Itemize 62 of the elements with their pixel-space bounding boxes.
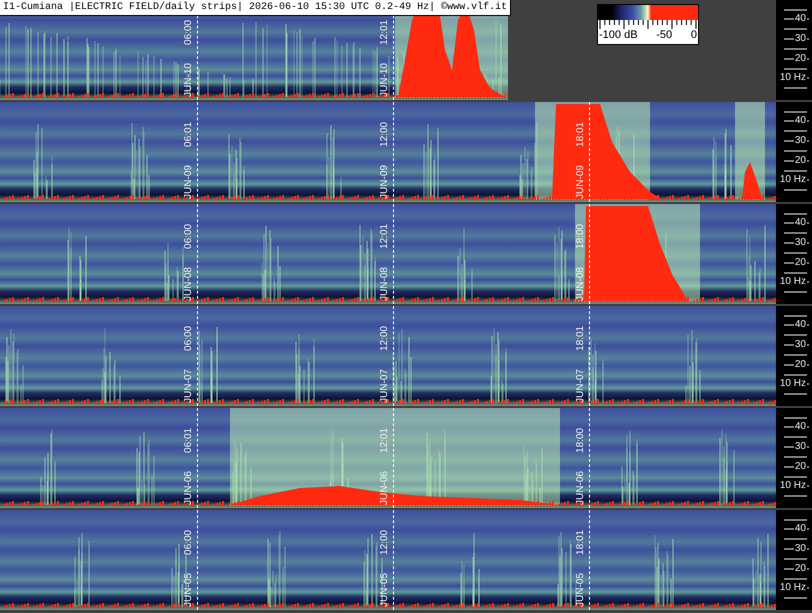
scale-label: 0 — [690, 29, 697, 42]
frequency-label: 10 Hz — [778, 378, 807, 389]
frequency-label: 40 — [794, 523, 807, 534]
frequency-label: 30 — [794, 339, 807, 350]
scale-label: -100 dB — [599, 29, 638, 42]
time-label: 18:00 — [575, 224, 587, 250]
date-label: JUN-09 — [379, 165, 391, 199]
date-label: JUN-09 — [575, 165, 587, 199]
chart-title: I1-Cumiana |ELECTRIC FIELD/daily strips| 2026-06-10 15:30 UTC 0.2-49 Hz| ©www.vlf.it — [0, 0, 512, 16]
frequency-label: 10 Hz — [778, 174, 807, 185]
frequency-label: 30 — [794, 237, 807, 248]
time-label: 18:01 — [575, 122, 587, 148]
frequency-label: 10 Hz — [778, 480, 807, 491]
date-label: JUN-06 — [575, 471, 587, 505]
frequency-label: 40 — [794, 217, 807, 228]
time-label: 12:00 — [379, 530, 391, 556]
time-label: 06:00 — [183, 20, 195, 46]
frequency-label: 20 — [794, 461, 807, 472]
date-label: JUN-08 — [183, 267, 195, 301]
time-label: 12:01 — [379, 224, 391, 250]
frequency-label: 30 — [794, 135, 807, 146]
time-label: 18:00 — [575, 428, 587, 454]
frequency-label: 40 — [794, 13, 807, 24]
date-label: JUN-07 — [183, 369, 195, 403]
time-label: 12:00 — [379, 122, 391, 148]
time-label: 06:01 — [183, 428, 195, 454]
date-label: JUN-07 — [575, 369, 587, 403]
frequency-label: 30 — [794, 33, 807, 44]
frequency-label: 20 — [794, 563, 807, 574]
date-label: JUN-06 — [379, 471, 391, 505]
frequency-label: 10 Hz — [778, 72, 807, 83]
scale-label: -50 — [656, 29, 672, 42]
frequency-label: 30 — [794, 543, 807, 554]
time-label: 06:00 — [183, 224, 195, 250]
date-label: JUN-09 — [183, 165, 195, 199]
date-label: JUN-08 — [575, 267, 587, 301]
frequency-label: 20 — [794, 257, 807, 268]
frequency-label: 10 Hz — [778, 582, 807, 593]
time-label: 06:01 — [183, 122, 195, 148]
time-label: 12:00 — [379, 326, 391, 352]
date-label: JUN-07 — [379, 369, 391, 403]
frequency-label: 40 — [794, 115, 807, 126]
time-label: 18:01 — [575, 530, 587, 556]
time-label: 06:00 — [183, 530, 195, 556]
time-label: 18:01 — [575, 326, 587, 352]
time-label: 12:01 — [379, 428, 391, 454]
date-label: JUN-10 — [183, 63, 195, 97]
date-label: JUN-06 — [183, 471, 195, 505]
date-label: JUN-08 — [379, 267, 391, 301]
time-label: 12:01 — [379, 20, 391, 46]
frequency-label: 30 — [794, 441, 807, 452]
frequency-label: 40 — [794, 421, 807, 432]
frequency-label: 40 — [794, 319, 807, 330]
date-label: JUN-10 — [379, 63, 391, 97]
date-label: JUN-05 — [379, 573, 391, 607]
frequency-label: 20 — [794, 155, 807, 166]
date-label: JUN-05 — [183, 573, 195, 607]
frequency-label: 20 — [794, 53, 807, 64]
date-label: JUN-05 — [575, 573, 587, 607]
time-label: 06:00 — [183, 326, 195, 352]
frequency-label: 10 Hz — [778, 276, 807, 287]
frequency-label: 20 — [794, 359, 807, 370]
